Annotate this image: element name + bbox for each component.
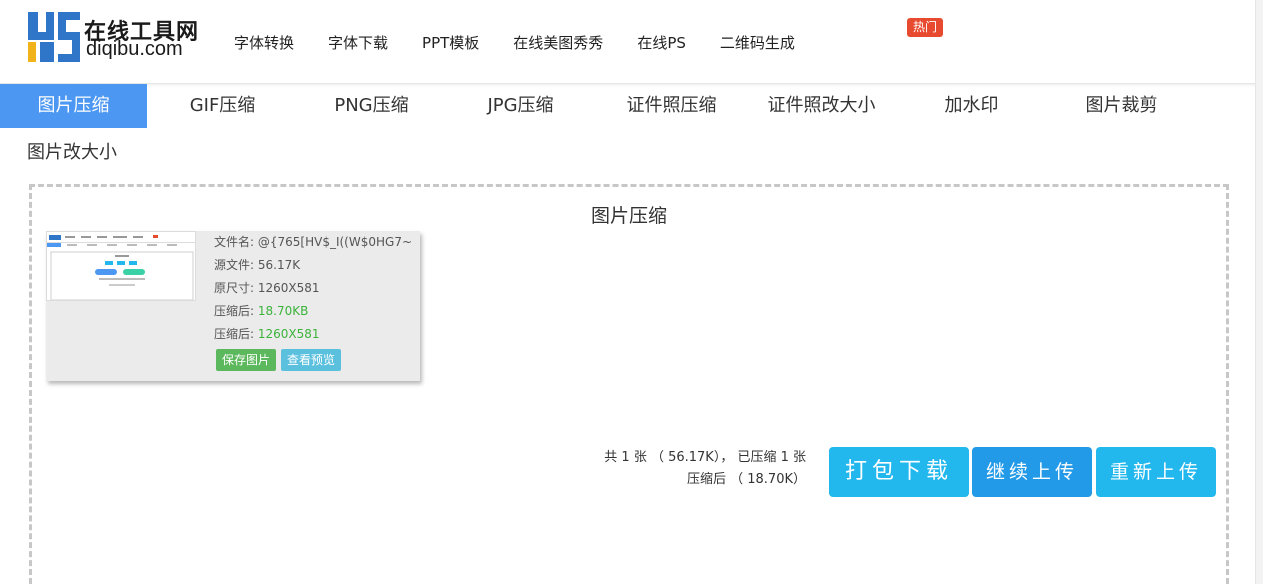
tool-tabs: 图片压缩 GIF压缩 PNG压缩 JPG压缩 证件照压缩 证件照改大小 加水印 … <box>0 84 1240 128</box>
panel-title: 图片压缩 <box>590 205 667 227</box>
compressed-dimension-label: 压缩后: <box>214 327 255 341</box>
page-scrollbar[interactable] <box>1255 0 1263 584</box>
upload-panel[interactable]: 图片压缩 文件名: @{765[HV$_I((W$0HG7~ 源文件: 56.1… <box>29 184 1229 584</box>
tab-id-photo-compress[interactable]: 证件照压缩 <box>598 84 745 128</box>
summary-total: 共 1 张 （ 56.17K）， 已压缩 1 张 <box>604 450 806 465</box>
site-logo[interactable]: 在线工具网 diqibu.com <box>28 12 198 62</box>
compressed-size-row: 压缩后: 18.70KB <box>214 304 412 327</box>
source-size-label: 源文件: <box>214 258 255 272</box>
tab-image-compress[interactable]: 图片压缩 <box>0 84 147 128</box>
tab-png-compress[interactable]: PNG压缩 <box>298 84 445 128</box>
tab-image-crop[interactable]: 图片裁剪 <box>1048 84 1195 128</box>
thumbnail-preview-icon <box>47 232 195 300</box>
filename-value: @{765[HV$_I((W$0HG7~ <box>257 235 413 249</box>
original-dimension-value: 1260X581 <box>257 281 320 295</box>
source-size-value: 56.17K <box>257 258 301 272</box>
nav-online-ps[interactable]: 在线PS <box>637 32 686 54</box>
filename-row: 文件名: @{765[HV$_I((W$0HG7~ <box>214 235 412 258</box>
tab-id-photo-resize[interactable]: 证件照改大小 <box>748 84 895 128</box>
compression-summary: 共 1 张 （ 56.17K）， 已压缩 1 张 压缩后 （ 18.70K） <box>544 449 806 493</box>
site-header: 在线工具网 diqibu.com 字体转换 字体下载 PPT模板 在线美图秀秀 … <box>0 0 1263 84</box>
nav-qrcode[interactable]: 二维码生成 <box>720 32 795 54</box>
file-info: 文件名: @{765[HV$_I((W$0HG7~ 源文件: 56.17K 原尺… <box>214 235 412 350</box>
reupload-button[interactable]: 重新上传 <box>1096 447 1216 497</box>
top-navigation: 字体转换 字体下载 PPT模板 在线美图秀秀 在线PS 二维码生成 <box>234 32 829 54</box>
logo-mark-icon <box>28 12 80 62</box>
tab-jpg-compress[interactable]: JPG压缩 <box>447 84 594 128</box>
continue-upload-button[interactable]: 继续上传 <box>972 447 1092 497</box>
file-card: 文件名: @{765[HV$_I((W$0HG7~ 源文件: 56.17K 原尺… <box>46 231 420 381</box>
preview-button[interactable]: 查看预览 <box>281 349 342 371</box>
hot-badge: 热门 <box>907 18 944 37</box>
tab-gif-compress[interactable]: GIF压缩 <box>149 84 296 128</box>
source-size-row: 源文件: 56.17K <box>214 258 412 281</box>
tab-image-resize[interactable]: 图片改大小 <box>27 138 117 164</box>
nav-font-convert[interactable]: 字体转换 <box>234 32 294 54</box>
tab-watermark[interactable]: 加水印 <box>898 84 1045 128</box>
summary-compressed: 压缩后 （ 18.70K） <box>686 472 806 487</box>
nav-online-meitu[interactable]: 在线美图秀秀 <box>513 32 603 54</box>
download-all-button[interactable]: 打包下载 <box>829 447 969 497</box>
logo-domain: diqibu.com <box>86 38 183 60</box>
compressed-size-value: 18.70KB <box>257 304 309 318</box>
filename-label: 文件名: <box>214 235 255 249</box>
image-thumbnail[interactable] <box>46 231 196 301</box>
original-dimension-label: 原尺寸: <box>214 281 255 295</box>
compressed-dimension-row: 压缩后: 1260X581 <box>214 327 412 350</box>
compressed-dimension-value: 1260X581 <box>257 327 320 341</box>
nav-ppt-template[interactable]: PPT模板 <box>422 32 479 54</box>
save-image-button[interactable]: 保存图片 <box>216 349 277 371</box>
nav-font-download[interactable]: 字体下载 <box>328 32 388 54</box>
original-dimension-row: 原尺寸: 1260X581 <box>214 281 412 304</box>
compressed-size-label: 压缩后: <box>214 304 255 318</box>
